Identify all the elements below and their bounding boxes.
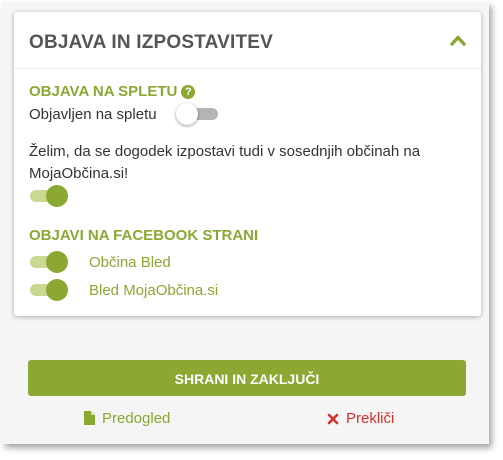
panel-header[interactable]: OBJAVA IN IZPOSTAVITEV	[14, 12, 481, 69]
cancel-label: Prekliči	[346, 410, 395, 427]
document-icon	[84, 411, 95, 425]
neighbor-promo-toggle[interactable]	[28, 184, 68, 208]
toggle-knob	[46, 185, 68, 207]
publish-panel: OBJAVA IN IZPOSTAVITEV OBJAVA NA SPLETU?…	[14, 12, 481, 316]
facebook-page-label[interactable]: Občina Bled	[89, 254, 171, 271]
cancel-link[interactable]: Prekliči	[327, 410, 394, 427]
help-circle-icon[interactable]: ?	[181, 85, 196, 99]
facebook-page-toggle-obcina-bled[interactable]	[28, 250, 68, 274]
published-online-toggle[interactable]	[176, 102, 218, 126]
preview-link[interactable]: Predogled	[84, 410, 170, 427]
neighbor-promo-text-line2: MojaObčina.si!	[29, 165, 129, 182]
web-publish-heading: OBJAVA NA SPLETU?	[29, 83, 196, 100]
facebook-heading: OBJAVI NA FACEBOOK STRANI	[29, 227, 259, 244]
published-online-label: Objavljen na spletu	[29, 106, 157, 123]
neighbor-promo-text-line1: Želim, da se dogodek izpostavi tudi v so…	[29, 143, 421, 160]
panel-title: OBJAVA IN IZPOSTAVITEV	[29, 32, 274, 53]
close-icon	[327, 413, 339, 425]
chevron-up-icon[interactable]	[450, 34, 466, 46]
facebook-page-toggle-bled-mojaobcina[interactable]	[28, 278, 68, 302]
toggle-knob	[46, 279, 68, 301]
preview-label: Predogled	[102, 410, 171, 427]
toggle-knob	[176, 103, 198, 125]
toggle-knob	[46, 251, 68, 273]
facebook-page-label[interactable]: Bled MojaObčina.si	[89, 282, 218, 299]
web-publish-heading-text: OBJAVA NA SPLETU	[29, 83, 178, 100]
save-and-finish-button[interactable]: SHRANI IN ZAKLJUČI	[28, 360, 466, 396]
dialog-frame: OBJAVA IN IZPOSTAVITEV OBJAVA NA SPLETU?…	[2, 2, 489, 444]
